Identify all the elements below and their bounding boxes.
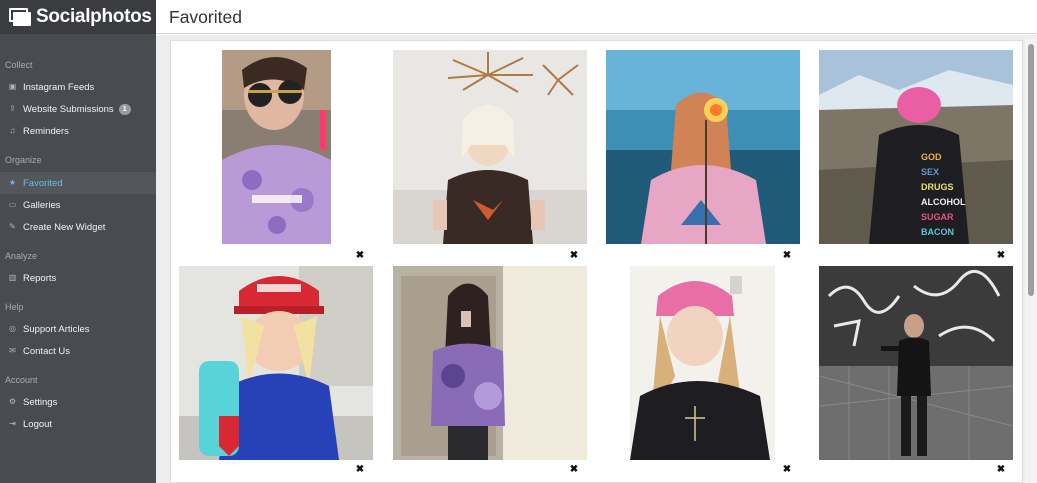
svg-text:ALCOHOL: ALCOHOL	[921, 197, 966, 207]
vertical-scrollbar[interactable]	[1025, 38, 1037, 483]
remove-favorite-button[interactable]: ✖	[355, 465, 365, 475]
sidebar-item-label: Reminders	[23, 125, 69, 137]
sidebar-item-label: Contact Us	[23, 345, 70, 357]
svg-text:GOD: GOD	[921, 152, 942, 162]
pencil-icon: ✎	[9, 222, 16, 231]
remove-favorite-button[interactable]: ✖	[782, 465, 792, 475]
svg-text:BACON: BACON	[921, 227, 954, 237]
svg-text:SUGAR: SUGAR	[921, 212, 954, 222]
sidebar-item-settings[interactable]: ⚙ Settings	[0, 391, 156, 413]
sidebar-item-label: Favorited	[23, 177, 63, 189]
favorite-photo[interactable]	[222, 50, 331, 244]
remove-favorite-button[interactable]: ✖	[569, 465, 579, 475]
favorite-photo[interactable]	[819, 266, 1013, 460]
sidebar-item-website-submissions[interactable]: ⇪ Website Submissions 1	[0, 98, 156, 120]
bar-chart-icon: ▥	[8, 273, 17, 282]
sidebar-item-label: Create New Widget	[23, 221, 106, 233]
sidebar-item-label: Support Articles	[23, 323, 90, 335]
sidebar-item-label: Galleries	[23, 199, 61, 211]
section-label-collect: Collect	[5, 60, 33, 70]
brand[interactable]: Socialphotos	[0, 0, 156, 34]
brand-name: Socialphotos	[36, 6, 152, 27]
favorite-photo[interactable]	[393, 50, 587, 244]
sidebar: Socialphotos Collect ▣ Instagram Feeds ⇪…	[0, 0, 156, 483]
count-badge: 1	[118, 103, 131, 115]
sidebar-item-support-articles[interactable]: ◎ Support Articles	[0, 318, 156, 340]
remove-favorite-button[interactable]: ✖	[782, 251, 792, 261]
favorite-photo[interactable]	[630, 266, 775, 460]
sidebar-item-label: Website Submissions	[23, 103, 114, 115]
section-label-analyze: Analyze	[5, 251, 38, 261]
sidebar-item-galleries[interactable]: ▭ Galleries	[0, 194, 156, 216]
star-icon: ★	[8, 178, 17, 187]
bell-icon: ♫	[9, 126, 16, 135]
page-title: Favorited	[169, 7, 242, 27]
page-header: Favorited	[156, 0, 1037, 34]
favorite-photo[interactable]: GOD SEX DRUGS ALCOHOL SUGAR BACON	[819, 50, 1013, 244]
favorites-grid: ✖ ✖ ✖ GOD SEX DRUGS ALCOHOL SUGAR BACON …	[170, 40, 1023, 483]
sidebar-item-reports[interactable]: ▥ Reports	[0, 267, 156, 289]
favorite-photo[interactable]	[393, 266, 587, 460]
sidebar-item-reminders[interactable]: ♫ Reminders	[0, 120, 156, 142]
folder-icon: ▭	[8, 200, 17, 209]
instagram-icon: ▣	[8, 82, 17, 91]
section-label-help: Help	[5, 302, 24, 312]
remove-favorite-button[interactable]: ✖	[996, 465, 1006, 475]
svg-text:SEX: SEX	[921, 167, 939, 177]
remove-favorite-button[interactable]: ✖	[569, 251, 579, 261]
main-content: ✖ ✖ ✖ GOD SEX DRUGS ALCOHOL SUGAR BACON …	[156, 35, 1037, 483]
envelope-icon: ✉	[9, 346, 16, 355]
section-label-account: Account	[5, 375, 38, 385]
sidebar-item-label: Reports	[23, 272, 57, 284]
section-label-organize: Organize	[5, 155, 42, 165]
photos-logo-icon	[9, 8, 31, 26]
sidebar-item-favorited[interactable]: ★ Favorited	[0, 172, 156, 194]
gear-icon: ⚙	[8, 397, 17, 406]
svg-text:DRUGS: DRUGS	[921, 182, 954, 192]
sidebar-item-create-new-widget[interactable]: ✎ Create New Widget	[0, 216, 156, 238]
lifebuoy-icon: ◎	[9, 324, 16, 333]
favorite-photo[interactable]	[606, 50, 800, 244]
logout-icon: ⇥	[9, 419, 16, 428]
sidebar-item-instagram-feeds[interactable]: ▣ Instagram Feeds	[0, 76, 156, 98]
sidebar-item-contact-us[interactable]: ✉ Contact Us	[0, 340, 156, 362]
favorite-photo[interactable]	[179, 266, 373, 460]
sidebar-item-logout[interactable]: ⇥ Logout	[0, 413, 156, 435]
app-window: Socialphotos Collect ▣ Instagram Feeds ⇪…	[0, 0, 1037, 483]
remove-favorite-button[interactable]: ✖	[355, 251, 365, 261]
sidebar-item-label: Instagram Feeds	[23, 81, 95, 93]
remove-favorite-button[interactable]: ✖	[996, 251, 1006, 261]
sidebar-item-label: Logout	[23, 418, 53, 430]
upload-icon: ⇪	[9, 104, 16, 113]
scrollbar-thumb[interactable]	[1028, 44, 1034, 296]
sidebar-item-label: Settings	[23, 396, 58, 408]
